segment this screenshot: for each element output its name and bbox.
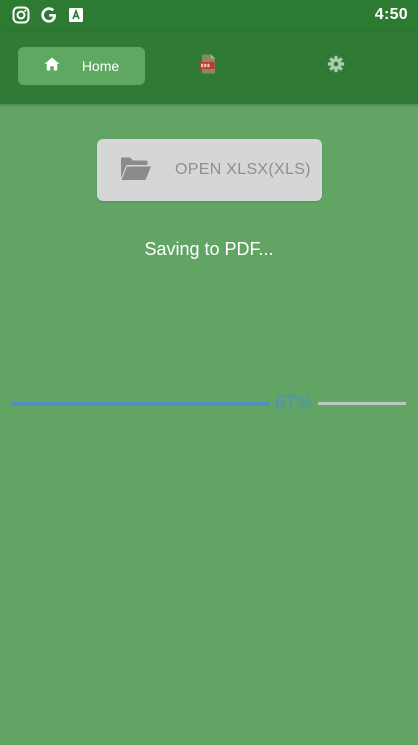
pdf-file-icon	[199, 54, 217, 79]
a-app-icon	[68, 7, 84, 23]
tab-home[interactable]: Home	[18, 47, 145, 85]
gear-icon	[327, 55, 345, 78]
progress-bar-remaining	[318, 402, 406, 405]
instagram-icon	[12, 6, 30, 24]
home-icon	[44, 57, 60, 76]
tab-settings[interactable]	[310, 47, 362, 85]
open-xlsx-label: OPEN XLSX(XLS)	[175, 161, 311, 178]
folder-open-icon	[120, 157, 152, 186]
status-time: 4:50	[374, 6, 408, 23]
tab-pdf[interactable]	[182, 47, 234, 85]
app-bar: Home	[0, 31, 418, 104]
google-icon	[40, 6, 58, 24]
saving-status-text: Saving to PDF...	[144, 239, 274, 259]
status-bar: 4:50	[0, 0, 418, 31]
status-icons	[12, 6, 84, 24]
progress-bar-filled	[12, 402, 270, 406]
open-xlsx-button[interactable]: OPEN XLSX(XLS)	[97, 139, 322, 201]
progress-percent-label: 67%	[274, 393, 314, 414]
tab-home-label: Home	[81, 58, 120, 74]
